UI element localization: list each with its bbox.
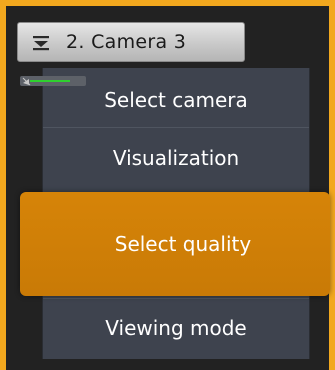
camera-name-label: 2. Camera 3	[66, 31, 187, 53]
hamburger-menu-icon	[33, 36, 49, 51]
menu-item-label: Select quality	[114, 232, 252, 256]
selection-border-top	[0, 0, 335, 6]
selection-border-right	[329, 0, 335, 370]
menu-divider	[43, 127, 309, 128]
menu-item-label: Select camera	[104, 88, 248, 112]
menu-item-label: Visualization	[112, 146, 240, 170]
selection-border-left	[0, 0, 6, 370]
menu-item-select-quality[interactable]: Select quality	[20, 192, 330, 296]
menu-item-label: Viewing mode	[105, 316, 247, 340]
camera-menu-button[interactable]: 2. Camera 3	[17, 22, 245, 62]
camera-mini-status-icon	[20, 76, 86, 86]
menu-divider	[43, 298, 309, 299]
menu-item-visualization[interactable]: Visualization	[43, 130, 309, 186]
camera-tile: 2. Camera 3 Select camera Visualization …	[0, 0, 335, 370]
menu-item-viewing-mode[interactable]: Viewing mode	[43, 300, 309, 356]
